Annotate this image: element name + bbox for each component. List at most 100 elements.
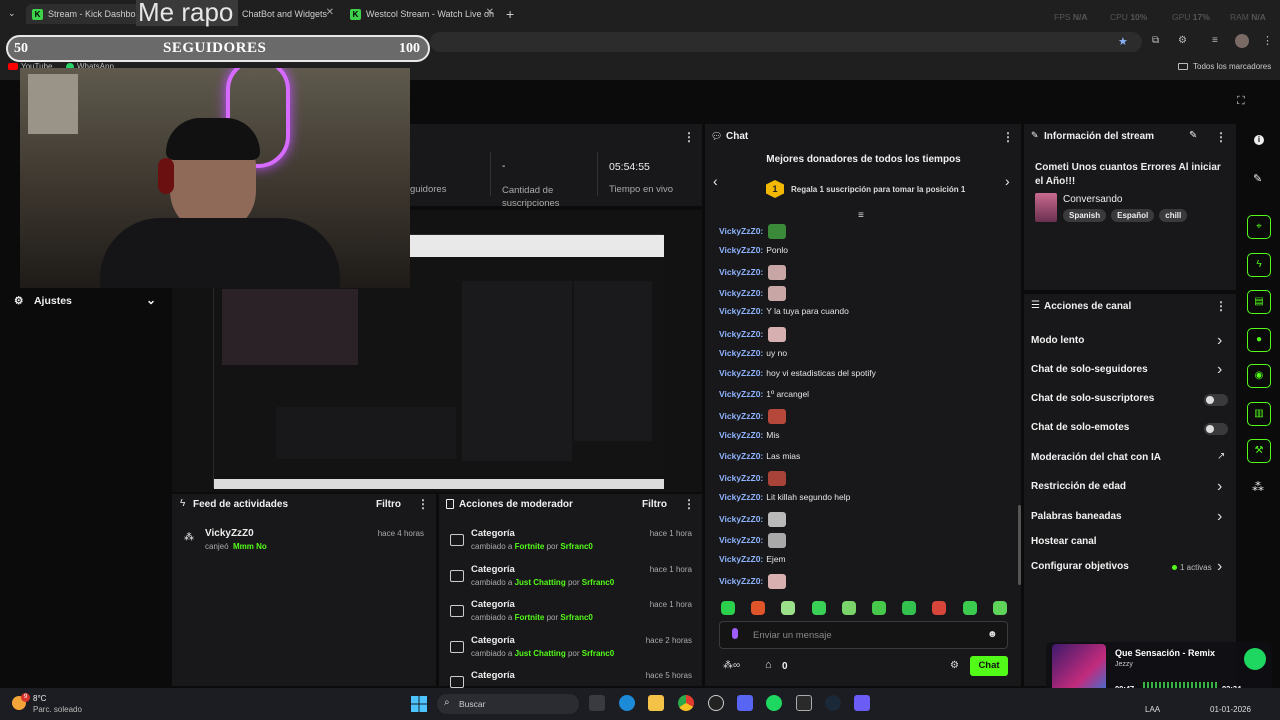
chrome-icon[interactable]	[678, 695, 694, 711]
layout-icon[interactable]: ▥	[1247, 402, 1271, 426]
channel-action-item[interactable]: Palabras baneadas	[1031, 511, 1122, 522]
notes-icon[interactable]: ▤	[1247, 290, 1271, 314]
file-explorer-icon[interactable]	[648, 695, 664, 711]
chat-username[interactable]: VickyZzZ0:	[719, 306, 763, 316]
weather-widget[interactable]: 9 8°C Parc. soleado	[12, 693, 112, 717]
translate-icon[interactable]: ⧉	[1152, 35, 1159, 46]
mod-action-row[interactable]: Categoría cambiado a Fortnite por Srfranc…	[444, 528, 704, 562]
chat-username[interactable]: VickyZzZ0:	[719, 576, 763, 586]
spotify-taskbar-icon[interactable]	[766, 695, 782, 711]
quick-emote-button[interactable]	[902, 601, 917, 615]
info-icon[interactable]: i	[1254, 135, 1264, 145]
edge-icon[interactable]	[619, 695, 635, 711]
quick-emote-button[interactable]	[841, 601, 856, 615]
mod-action-row[interactable]: Categoría cambiado a Just Chatting por Sr…	[444, 635, 704, 669]
url-field[interactable]	[430, 32, 1142, 52]
tab-westcol-stream[interactable]: K Westcol Stream - Watch Live on ✕	[344, 4, 500, 24]
clip-icon[interactable]: ⌖	[1247, 215, 1271, 239]
browser-menu-icon[interactable]: ⋮	[1262, 34, 1273, 47]
all-bookmarks-link[interactable]: Todos los marcadores	[1178, 62, 1271, 71]
toggle-switch[interactable]	[1204, 423, 1228, 435]
chat-username[interactable]: VickyZzZ0:	[719, 514, 763, 524]
quick-emote-button[interactable]	[751, 601, 766, 615]
channel-action-item[interactable]: Restricción de edad	[1031, 481, 1126, 492]
quick-emote-button[interactable]	[932, 601, 947, 615]
quick-emote-button[interactable]	[872, 601, 886, 615]
send-chat-button[interactable]: Chat	[970, 656, 1008, 676]
channel-action-item[interactable]: Chat de solo-emotes	[1031, 422, 1129, 433]
taskbar-search[interactable]: ⌕ Buscar	[437, 694, 579, 714]
chat-menu-icon[interactable]: ⋮	[1002, 130, 1014, 144]
task-view-icon[interactable]	[589, 695, 605, 711]
chat-username[interactable]: VickyZzZ0:	[719, 535, 763, 545]
close-tab-icon[interactable]: ✕	[486, 7, 494, 18]
wrench-icon[interactable]: ⚒	[1247, 439, 1271, 463]
close-overlay-icon[interactable]: ⛶	[1237, 95, 1245, 108]
chat-username[interactable]: VickyZzZ0:	[719, 554, 763, 564]
quick-emote-button[interactable]	[721, 601, 735, 615]
chat-username[interactable]: VickyZzZ0:	[719, 288, 763, 298]
broadcast-icon[interactable]: ◉	[1247, 364, 1271, 388]
quick-emote-button[interactable]	[811, 601, 826, 615]
quick-emote-button[interactable]	[781, 601, 796, 615]
profile-avatar[interactable]	[1235, 34, 1249, 48]
start-button[interactable]	[411, 696, 427, 712]
epic-games-icon[interactable]	[796, 695, 812, 711]
chat-username[interactable]: VickyZzZ0:	[719, 473, 763, 483]
mod-menu-icon[interactable]: ⋮	[683, 497, 695, 511]
microphone-icon[interactable]	[732, 628, 738, 639]
bookmark-star-icon[interactable]: ★	[1118, 35, 1128, 48]
chat-filter-icon[interactable]: ≡	[858, 210, 864, 221]
chat-username[interactable]: VickyZzZ0:	[719, 451, 763, 461]
store-icon[interactable]: ⌂	[765, 659, 772, 671]
chat-username[interactable]: VickyZzZ0:	[719, 226, 763, 236]
chat-username[interactable]: VickyZzZ0:	[719, 389, 763, 399]
chat-scrollbar[interactable]	[1018, 505, 1021, 585]
quick-emote-button[interactable]	[992, 601, 1007, 615]
quick-emote-button[interactable]	[962, 601, 977, 615]
tab-list-chevron-icon[interactable]: ⌄	[8, 8, 16, 19]
boost-icon[interactable]: ϟ	[1247, 253, 1271, 277]
chat-username[interactable]: VickyZzZ0:	[719, 411, 763, 421]
input-language[interactable]: LAA	[1145, 705, 1160, 714]
edit-icon[interactable]: ✎	[1253, 172, 1262, 185]
chat-settings-icon[interactable]: ⚙	[950, 660, 959, 671]
stream-tag[interactable]: chill	[1159, 209, 1188, 222]
chat-username[interactable]: VickyZzZ0:	[719, 430, 763, 440]
discord-icon[interactable]	[737, 695, 753, 711]
channel-action-item[interactable]: Hostear canal	[1031, 536, 1097, 547]
channel-actions-menu-icon[interactable]: ⋮	[1215, 299, 1227, 313]
clock-date[interactable]: 01-01-2026	[1210, 705, 1251, 714]
chat-username[interactable]: VickyZzZ0:	[719, 492, 763, 502]
mod-action-row[interactable]: Categoría cambiado a Fortnite por Srfranc…	[444, 599, 704, 633]
chat-username[interactable]: VickyZzZ0:	[719, 329, 763, 339]
app-icon[interactable]	[854, 695, 870, 711]
activity-filter-button[interactable]: Filtro	[376, 499, 401, 510]
stats-menu-icon[interactable]: ⋮	[683, 130, 695, 144]
channel-action-item[interactable]: Chat de solo-seguidores	[1031, 364, 1148, 375]
stream-tag[interactable]: Español	[1111, 209, 1155, 222]
activity-menu-icon[interactable]: ⋮	[417, 497, 429, 511]
chat-username[interactable]: VickyZzZ0:	[719, 348, 763, 358]
chat-username[interactable]: VickyZzZ0:	[719, 245, 763, 255]
chat-username[interactable]: VickyZzZ0:	[719, 368, 763, 378]
donors-prev-button[interactable]: ‹	[713, 173, 718, 189]
obs-icon[interactable]	[708, 695, 724, 711]
channel-action-item[interactable]: Chat de solo-suscriptores	[1031, 393, 1154, 404]
extensions-icon[interactable]: ⚙	[1178, 35, 1187, 46]
channel-action-item[interactable]: Moderación del chat con IA	[1031, 452, 1161, 463]
chat-username[interactable]: VickyZzZ0:	[719, 267, 763, 277]
toggle-switch[interactable]	[1204, 394, 1228, 406]
close-tab-icon[interactable]: ✕	[326, 7, 334, 18]
mod-action-row[interactable]: Categoría cambiado a Just Chatting por Sr…	[444, 564, 704, 598]
mod-filter-button[interactable]: Filtro	[642, 499, 667, 510]
donors-next-button[interactable]: ›	[1005, 173, 1010, 189]
channel-action-item[interactable]: Modo lento	[1031, 335, 1084, 346]
nav-item-settings[interactable]: ⚙ Ajustes ⌄	[14, 293, 160, 311]
edit-stream-info-icon[interactable]: ✎	[1189, 130, 1197, 141]
emoji-picker-icon[interactable]: ☻	[987, 629, 998, 640]
stream-info-menu-icon[interactable]: ⋮	[1215, 130, 1227, 144]
channel-action-item[interactable]: Configurar objetivos	[1031, 561, 1129, 572]
stream-tag[interactable]: Spanish	[1063, 209, 1107, 222]
community-icon[interactable]: ⁂	[1252, 480, 1264, 494]
